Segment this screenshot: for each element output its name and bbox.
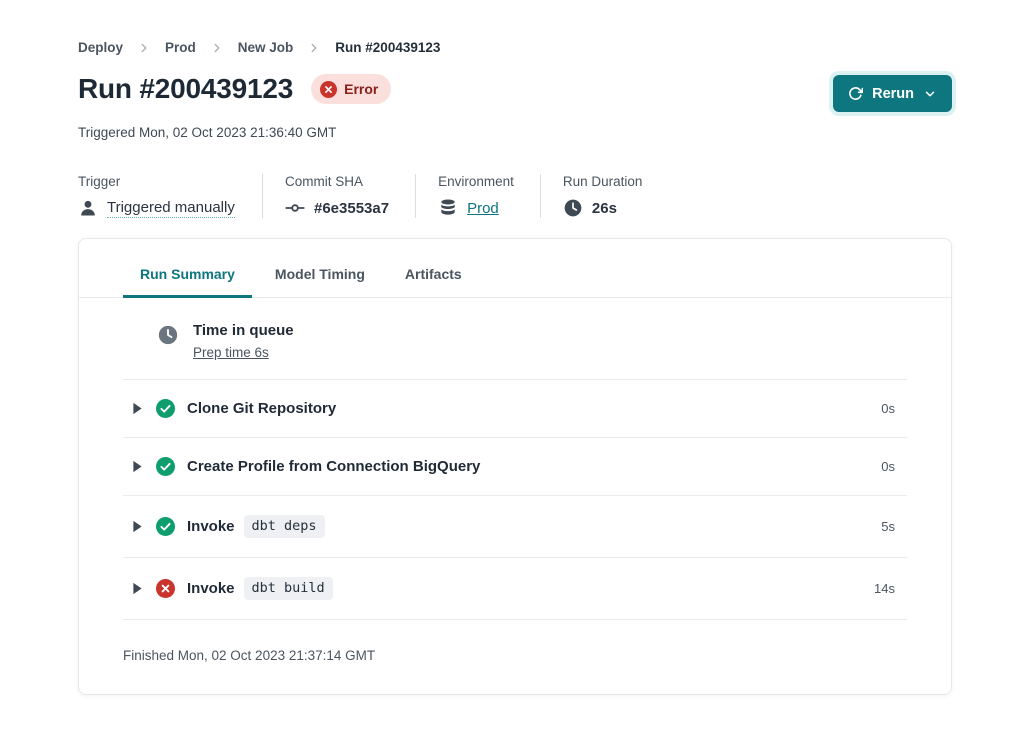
step-title: Invoke: [187, 580, 235, 597]
detail-commit-sha: Commit SHA #6e3553a7: [262, 174, 415, 218]
status-badge: Error: [311, 74, 391, 104]
run-summary-card: Run Summary Model Timing Artifacts Time …: [78, 238, 952, 695]
time-in-queue-row: Time in queue Prep time 6s: [123, 298, 907, 380]
success-check-icon: [156, 457, 175, 476]
run-duration-value: 26s: [592, 200, 617, 217]
queue-title: Time in queue: [193, 322, 294, 339]
status-badge-label: Error: [344, 81, 378, 97]
breadcrumb: Deploy Prod New Job Run #200439123: [78, 40, 952, 55]
clock-icon: [563, 198, 583, 218]
git-commit-icon: [285, 198, 305, 218]
database-icon: [438, 198, 458, 218]
tab-bar: Run Summary Model Timing Artifacts: [79, 239, 951, 298]
command-chip: dbt deps: [244, 515, 325, 538]
breadcrumb-prod[interactable]: Prod: [165, 40, 196, 55]
breadcrumb-new-job[interactable]: New Job: [238, 40, 294, 55]
clock-icon: [157, 324, 179, 346]
step-duration: 5s: [881, 519, 907, 534]
step-row-invoke-dbt-deps: Invoke dbt deps 5s: [123, 496, 907, 558]
detail-trigger-label: Trigger: [78, 174, 236, 189]
step-title: Clone Git Repository: [187, 400, 336, 417]
chevron-right-icon: [210, 41, 224, 55]
step-title: Create Profile from Connection BigQuery: [187, 458, 480, 475]
detail-environment: Environment Prod: [415, 174, 540, 218]
detail-trigger: Trigger Triggered manually: [78, 174, 262, 218]
rerun-button[interactable]: Rerun: [833, 75, 952, 112]
run-detail-page: Deploy Prod New Job Run #200439123 Run #…: [0, 40, 1030, 695]
step-row-invoke-dbt-build: Invoke dbt build 14s: [123, 558, 907, 620]
breadcrumb-deploy[interactable]: Deploy: [78, 40, 123, 55]
detail-environment-label: Environment: [438, 174, 514, 189]
step-row-create-profile: Create Profile from Connection BigQuery …: [123, 438, 907, 496]
detail-commit-label: Commit SHA: [285, 174, 389, 189]
error-circle-icon: [156, 579, 175, 598]
expand-triangle-icon[interactable]: [132, 402, 143, 415]
detail-duration-label: Run Duration: [563, 174, 643, 189]
breadcrumb-run-id: Run #200439123: [335, 40, 440, 55]
error-circle-icon: [320, 81, 337, 98]
chevron-right-icon: [307, 41, 321, 55]
title-row: Run #200439123 Error Rerun: [78, 73, 952, 112]
tab-artifacts[interactable]: Artifacts: [388, 266, 479, 298]
success-check-icon: [156, 399, 175, 418]
trigger-value[interactable]: Triggered manually: [107, 199, 235, 218]
detail-run-duration: Run Duration 26s: [540, 174, 669, 218]
triggered-timestamp: Triggered Mon, 02 Oct 2023 21:36:40 GMT: [78, 125, 952, 140]
chevron-right-icon: [137, 41, 151, 55]
success-check-icon: [156, 517, 175, 536]
environment-link[interactable]: Prod: [467, 200, 499, 217]
commit-sha-value: #6e3553a7: [314, 200, 389, 217]
person-icon: [78, 198, 98, 218]
expand-triangle-icon[interactable]: [132, 460, 143, 473]
step-duration: 14s: [874, 581, 907, 596]
finished-timestamp: Finished Mon, 02 Oct 2023 21:37:14 GMT: [79, 620, 951, 691]
step-title: Invoke: [187, 518, 235, 535]
refresh-icon: [848, 86, 863, 101]
prep-time-link[interactable]: Prep time 6s: [193, 345, 269, 360]
tab-model-timing[interactable]: Model Timing: [258, 266, 382, 298]
rerun-button-label: Rerun: [872, 86, 914, 102]
tab-run-summary[interactable]: Run Summary: [123, 266, 252, 298]
step-duration: 0s: [881, 401, 907, 416]
run-details-strip: Trigger Triggered manually Commit SHA #6…: [78, 174, 952, 218]
expand-triangle-icon[interactable]: [132, 520, 143, 533]
chevron-down-icon: [923, 87, 937, 101]
expand-triangle-icon[interactable]: [132, 582, 143, 595]
page-title: Run #200439123: [78, 73, 293, 105]
step-row-clone-git: Clone Git Repository 0s: [123, 380, 907, 438]
step-duration: 0s: [881, 459, 907, 474]
command-chip: dbt build: [244, 577, 333, 600]
